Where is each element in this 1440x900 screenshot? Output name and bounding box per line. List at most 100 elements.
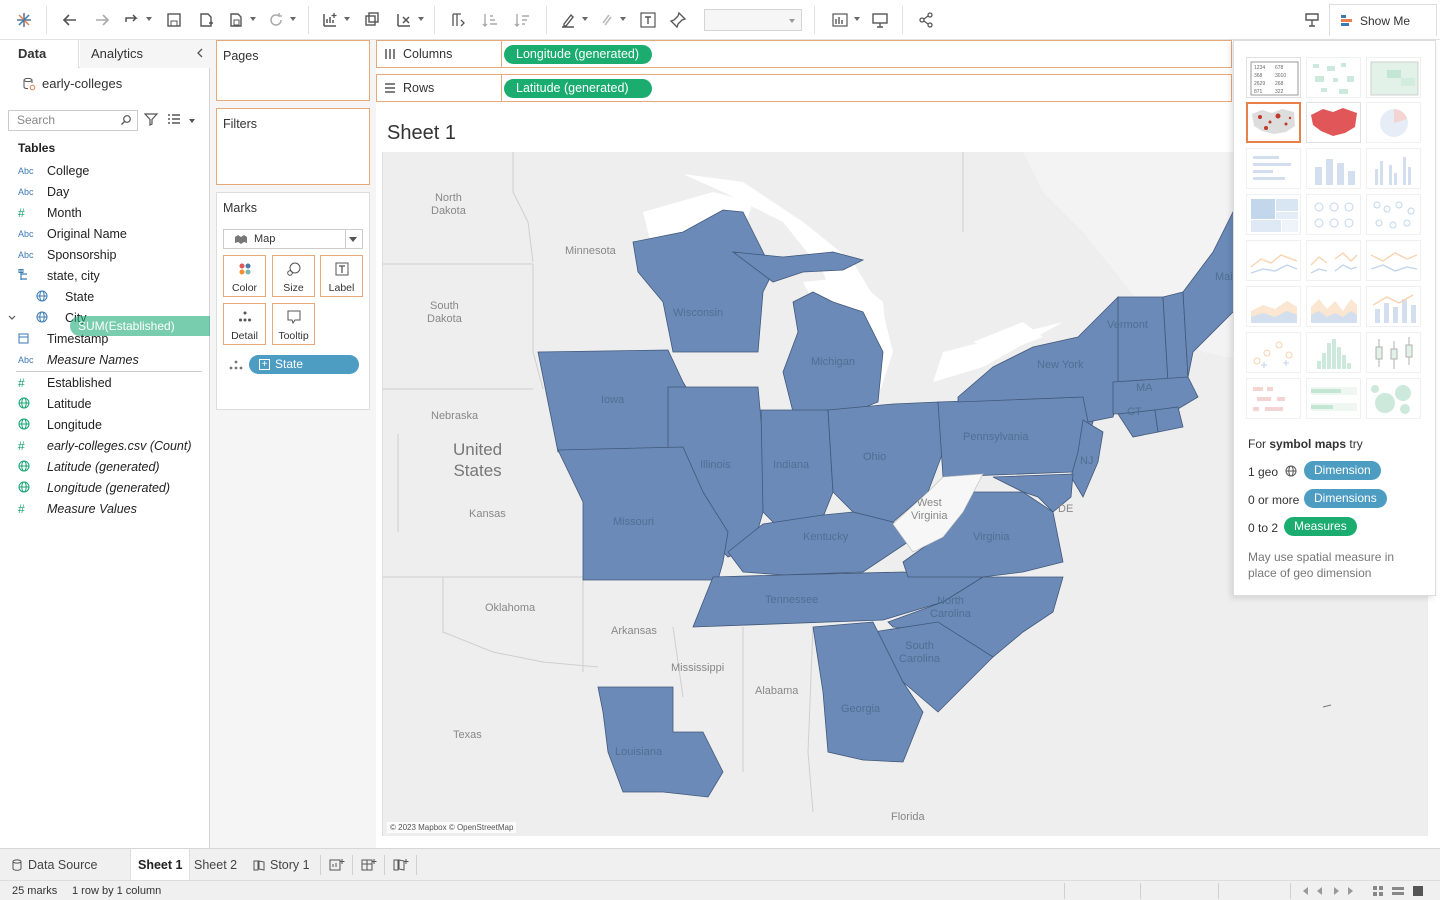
- show-mark-labels-icon[interactable]: [636, 8, 660, 32]
- duplicate-sheet-icon[interactable]: [360, 8, 384, 32]
- field-latitude[interactable]: Latitude: [18, 394, 91, 414]
- field-latitude-generated[interactable]: Latitude (generated): [18, 457, 160, 477]
- swap-rows-columns-icon[interactable]: [446, 8, 470, 32]
- field-state-city-hierarchy[interactable]: state, city: [18, 266, 100, 286]
- new-dashboard-tab-icon[interactable]: [354, 849, 384, 881]
- chart-type-bullet-graph[interactable]: [1306, 378, 1361, 419]
- chart-type-treemap[interactable]: [1246, 194, 1301, 235]
- save-icon[interactable]: [162, 8, 186, 32]
- sort-descending-icon[interactable]: [510, 8, 534, 32]
- field-longitude[interactable]: Longitude: [18, 415, 102, 435]
- chart-type-histogram[interactable]: [1306, 332, 1361, 373]
- field-state[interactable]: State: [36, 287, 94, 307]
- field-original-name[interactable]: Abc Original Name: [18, 224, 127, 244]
- number-type-icon: #: [18, 206, 25, 220]
- presentation-mode-icon[interactable]: [868, 8, 892, 32]
- chart-type-dual-combination[interactable]: [1366, 286, 1421, 327]
- refresh-icon[interactable]: [264, 8, 296, 32]
- detail-button[interactable]: Detail: [223, 303, 266, 345]
- fix-axes-icon[interactable]: [666, 8, 690, 32]
- new-datasource-icon[interactable]: [194, 8, 218, 32]
- tableau-logo-icon[interactable]: [12, 8, 36, 32]
- rows-shelf[interactable]: Rows Latitude (generated): [376, 74, 1232, 102]
- tab-analytics[interactable]: Analytics: [80, 40, 210, 68]
- chart-type-lines-continuous[interactable]: [1246, 240, 1301, 281]
- label-button[interactable]: Label: [320, 255, 363, 297]
- chart-type-packed-bubbles[interactable]: [1366, 378, 1421, 419]
- redo-icon[interactable]: [90, 8, 114, 32]
- chart-type-heat-map[interactable]: [1306, 57, 1361, 98]
- clear-sheet-icon[interactable]: [392, 8, 424, 32]
- undo-icon[interactable]: [58, 8, 82, 32]
- tab-story-1[interactable]: Story 1: [246, 849, 317, 881]
- new-worksheet-tab-icon[interactable]: [322, 849, 352, 881]
- chart-type-horizontal-bars[interactable]: [1246, 148, 1301, 189]
- highlight-icon[interactable]: [556, 8, 588, 32]
- chart-type-lines-discrete[interactable]: [1306, 240, 1361, 281]
- field-record-count[interactable]: # early-colleges.csv (Count): [18, 436, 192, 456]
- tooltip-button[interactable]: Tooltip: [272, 303, 315, 345]
- chart-type-scatter-plot[interactable]: [1246, 332, 1301, 373]
- datasource-item[interactable]: early-colleges: [22, 76, 122, 91]
- longitude-generated-pill[interactable]: Longitude (generated): [504, 45, 652, 64]
- tab-data[interactable]: Data: [0, 40, 79, 68]
- field-established[interactable]: # Established: [18, 373, 112, 393]
- tab-sheet-2[interactable]: Sheet 2: [187, 849, 244, 881]
- fit-select[interactable]: [704, 9, 802, 31]
- chart-type-box-and-whisker[interactable]: [1366, 332, 1421, 373]
- chart-type-dual-lines[interactable]: [1366, 240, 1421, 281]
- field-measure-values[interactable]: # Measure Values: [18, 499, 137, 519]
- chart-type-circle-views[interactable]: [1306, 194, 1361, 235]
- tab-data-source[interactable]: Data Source: [4, 849, 104, 881]
- new-worksheet-icon[interactable]: [318, 8, 350, 32]
- view-options-icon[interactable]: [167, 113, 195, 128]
- state-detail-pill[interactable]: + State: [249, 355, 359, 374]
- columns-shelf[interactable]: Columns Longitude (generated): [376, 40, 1232, 68]
- sheet-title[interactable]: Sheet 1: [387, 122, 456, 145]
- chart-type-highlight-table[interactable]: [1366, 57, 1421, 98]
- chart-type-gantt[interactable]: [1246, 378, 1301, 419]
- tab-sheet-1[interactable]: Sheet 1: [130, 849, 191, 881]
- field-day[interactable]: Abc Day: [18, 182, 69, 202]
- field-month[interactable]: # Month: [18, 203, 82, 223]
- chart-type-text-table[interactable]: 1234 678 368 3010 2629 268 871 322: [1246, 57, 1301, 98]
- chart-type-filled-map[interactable]: [1306, 102, 1361, 143]
- number-type-icon: #: [18, 439, 25, 453]
- chart-type-stacked-bars[interactable]: [1306, 148, 1361, 189]
- pages-card[interactable]: Pages: [216, 40, 370, 101]
- chart-type-side-by-side-circles[interactable]: [1366, 194, 1421, 235]
- chart-type-pie[interactable]: [1366, 102, 1421, 143]
- mark-type-select[interactable]: Map: [223, 229, 363, 249]
- show-labels-icon[interactable]: [828, 8, 860, 32]
- expand-plus-icon[interactable]: +: [259, 359, 270, 370]
- color-button[interactable]: Color: [223, 255, 266, 297]
- show-me-button[interactable]: Show Me: [1329, 4, 1437, 36]
- label-alabama: Alabama: [755, 685, 799, 697]
- chart-type-symbol-map[interactable]: [1246, 102, 1301, 143]
- search-input[interactable]: Search: [8, 110, 138, 131]
- field-college[interactable]: Abc College: [18, 161, 89, 181]
- share-icon[interactable]: [914, 8, 938, 32]
- size-button[interactable]: Size: [272, 255, 315, 297]
- new-story-tab-icon[interactable]: [386, 849, 416, 881]
- field-measure-names[interactable]: Abc Measure Names: [18, 350, 139, 370]
- map-attribution[interactable]: © 2023 Mapbox © OpenStreetMap: [387, 822, 517, 833]
- presentation-icon[interactable]: [1300, 8, 1324, 32]
- filters-card[interactable]: Filters: [216, 108, 370, 185]
- filter-icon[interactable]: [144, 112, 158, 126]
- view-mode-icons[interactable]: [1372, 885, 1432, 897]
- label-kansas: Kansas: [469, 508, 506, 520]
- collapse-pane-icon[interactable]: [196, 48, 204, 58]
- expand-chevron-icon[interactable]: [7, 313, 17, 323]
- field-longitude-generated[interactable]: Longitude (generated): [18, 478, 170, 498]
- sheet-navigation-icon[interactable]: [1300, 886, 1360, 896]
- chart-type-side-by-side-bars[interactable]: [1366, 148, 1421, 189]
- chart-type-area-discrete[interactable]: [1306, 286, 1361, 327]
- sort-ascending-icon[interactable]: [478, 8, 502, 32]
- field-sponsorship[interactable]: Abc Sponsorship: [18, 245, 117, 265]
- pause-updates-icon[interactable]: [224, 8, 256, 32]
- group-members-icon[interactable]: [594, 8, 626, 32]
- latitude-generated-pill[interactable]: Latitude (generated): [504, 79, 652, 98]
- chart-type-area-continuous[interactable]: [1246, 286, 1301, 327]
- replay-icon[interactable]: [120, 8, 152, 32]
